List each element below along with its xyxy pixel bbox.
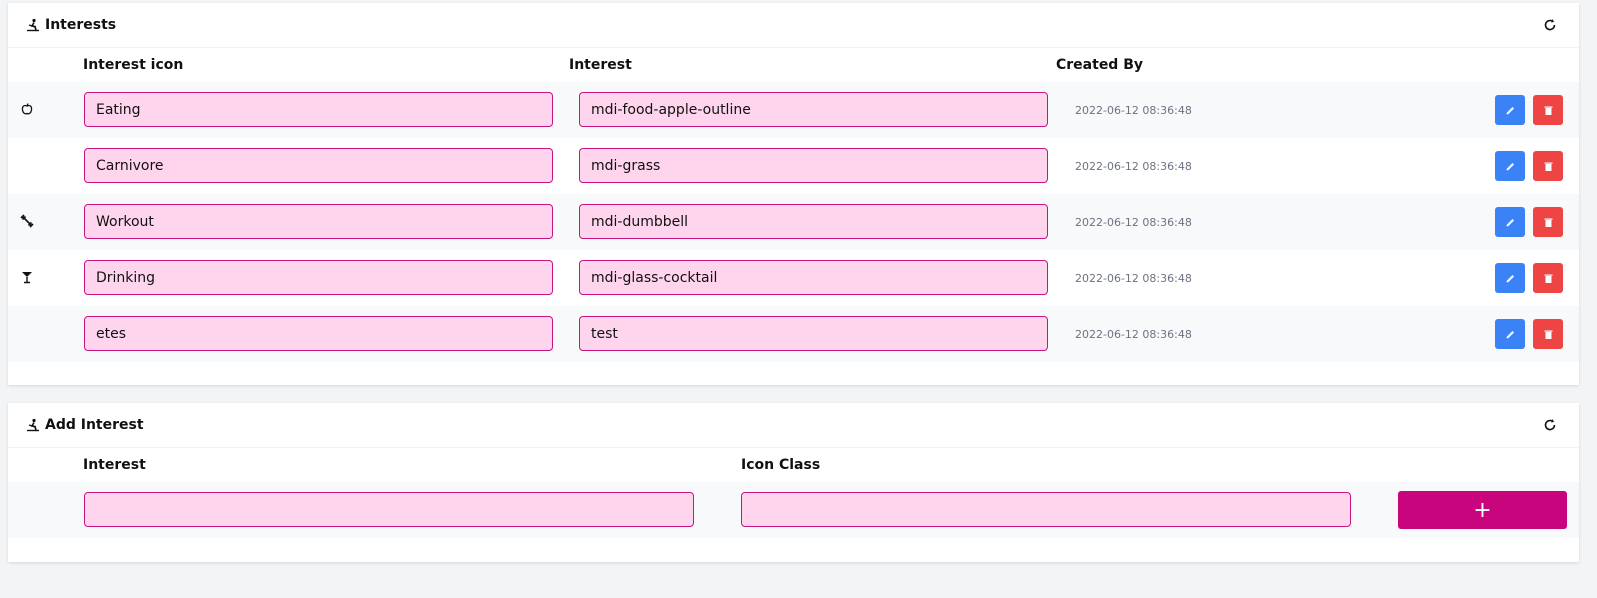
edit-button[interactable] [1495,207,1525,237]
add-interest-button[interactable]: + [1398,491,1567,529]
pencil-icon [1506,106,1514,114]
apple-icon [20,102,34,116]
delete-button[interactable] [1533,151,1563,181]
trash-icon [1544,162,1552,171]
edit-button[interactable] [1495,263,1525,293]
dumbbell-icon [20,214,34,228]
refresh-icon[interactable] [1543,18,1557,32]
new-interest-input[interactable] [84,492,694,527]
add-interest-row: + [8,482,1579,538]
trash-icon [1544,274,1552,283]
rowing-icon [26,18,40,32]
delete-button[interactable] [1533,95,1563,125]
created-timestamp: 2022-06-12 08:36:48 [1075,104,1192,117]
icon-class-input[interactable] [579,148,1048,183]
trash-icon [1544,106,1552,115]
interest-name-input[interactable] [84,148,553,183]
icon-class-input[interactable] [579,316,1048,351]
add-interest-title: Add Interest [45,417,144,433]
pencil-icon [1506,162,1514,170]
edit-button[interactable] [1495,95,1525,125]
pencil-icon [1506,330,1514,338]
interests-header: Interests [8,3,1579,48]
interest-name-input[interactable] [84,92,553,127]
table-row: 2022-06-12 08:36:48 [8,194,1579,250]
table-row: 2022-06-12 08:36:48 [8,138,1579,194]
icon-class-input[interactable] [579,92,1048,127]
delete-button[interactable] [1533,207,1563,237]
created-timestamp: 2022-06-12 08:36:48 [1075,216,1192,229]
interest-name-input[interactable] [84,260,553,295]
col-interest-icon: Interest icon [83,57,184,73]
created-timestamp: 2022-06-12 08:36:48 [1075,328,1192,341]
interests-card: Interests Interest icon Interest Created… [8,3,1579,385]
interest-name-input[interactable] [84,204,553,239]
interests-table-header: Interest icon Interest Created By [8,48,1579,82]
trash-icon [1544,218,1552,227]
table-row: 2022-06-12 08:36:48 [8,82,1579,138]
table-row: 2022-06-12 08:36:48 [8,306,1579,362]
icon-class-input[interactable] [579,260,1048,295]
pencil-icon [1506,274,1514,282]
rowing-icon [26,418,40,432]
col-icon-class: Icon Class [741,457,821,473]
add-interest-card: Add Interest Interest Icon Class + [8,403,1579,562]
add-interest-table-header: Interest Icon Class [8,448,1579,482]
interest-name-input[interactable] [84,316,553,351]
table-row: 2022-06-12 08:36:48 [8,250,1579,306]
created-timestamp: 2022-06-12 08:36:48 [1075,272,1192,285]
interests-title: Interests [45,17,117,33]
col-created-by: Created By [1056,57,1144,73]
col-interest: Interest [83,457,146,473]
new-icon-class-input[interactable] [741,492,1351,527]
cocktail-icon [20,270,34,284]
edit-button[interactable] [1495,319,1525,349]
trash-icon [1544,330,1552,339]
icon-class-input[interactable] [579,204,1048,239]
add-interest-header: Add Interest [8,403,1579,448]
delete-button[interactable] [1533,319,1563,349]
delete-button[interactable] [1533,263,1563,293]
created-timestamp: 2022-06-12 08:36:48 [1075,160,1192,173]
col-interest: Interest [569,57,632,73]
pencil-icon [1506,218,1514,226]
edit-button[interactable] [1495,151,1525,181]
refresh-icon[interactable] [1543,418,1557,432]
